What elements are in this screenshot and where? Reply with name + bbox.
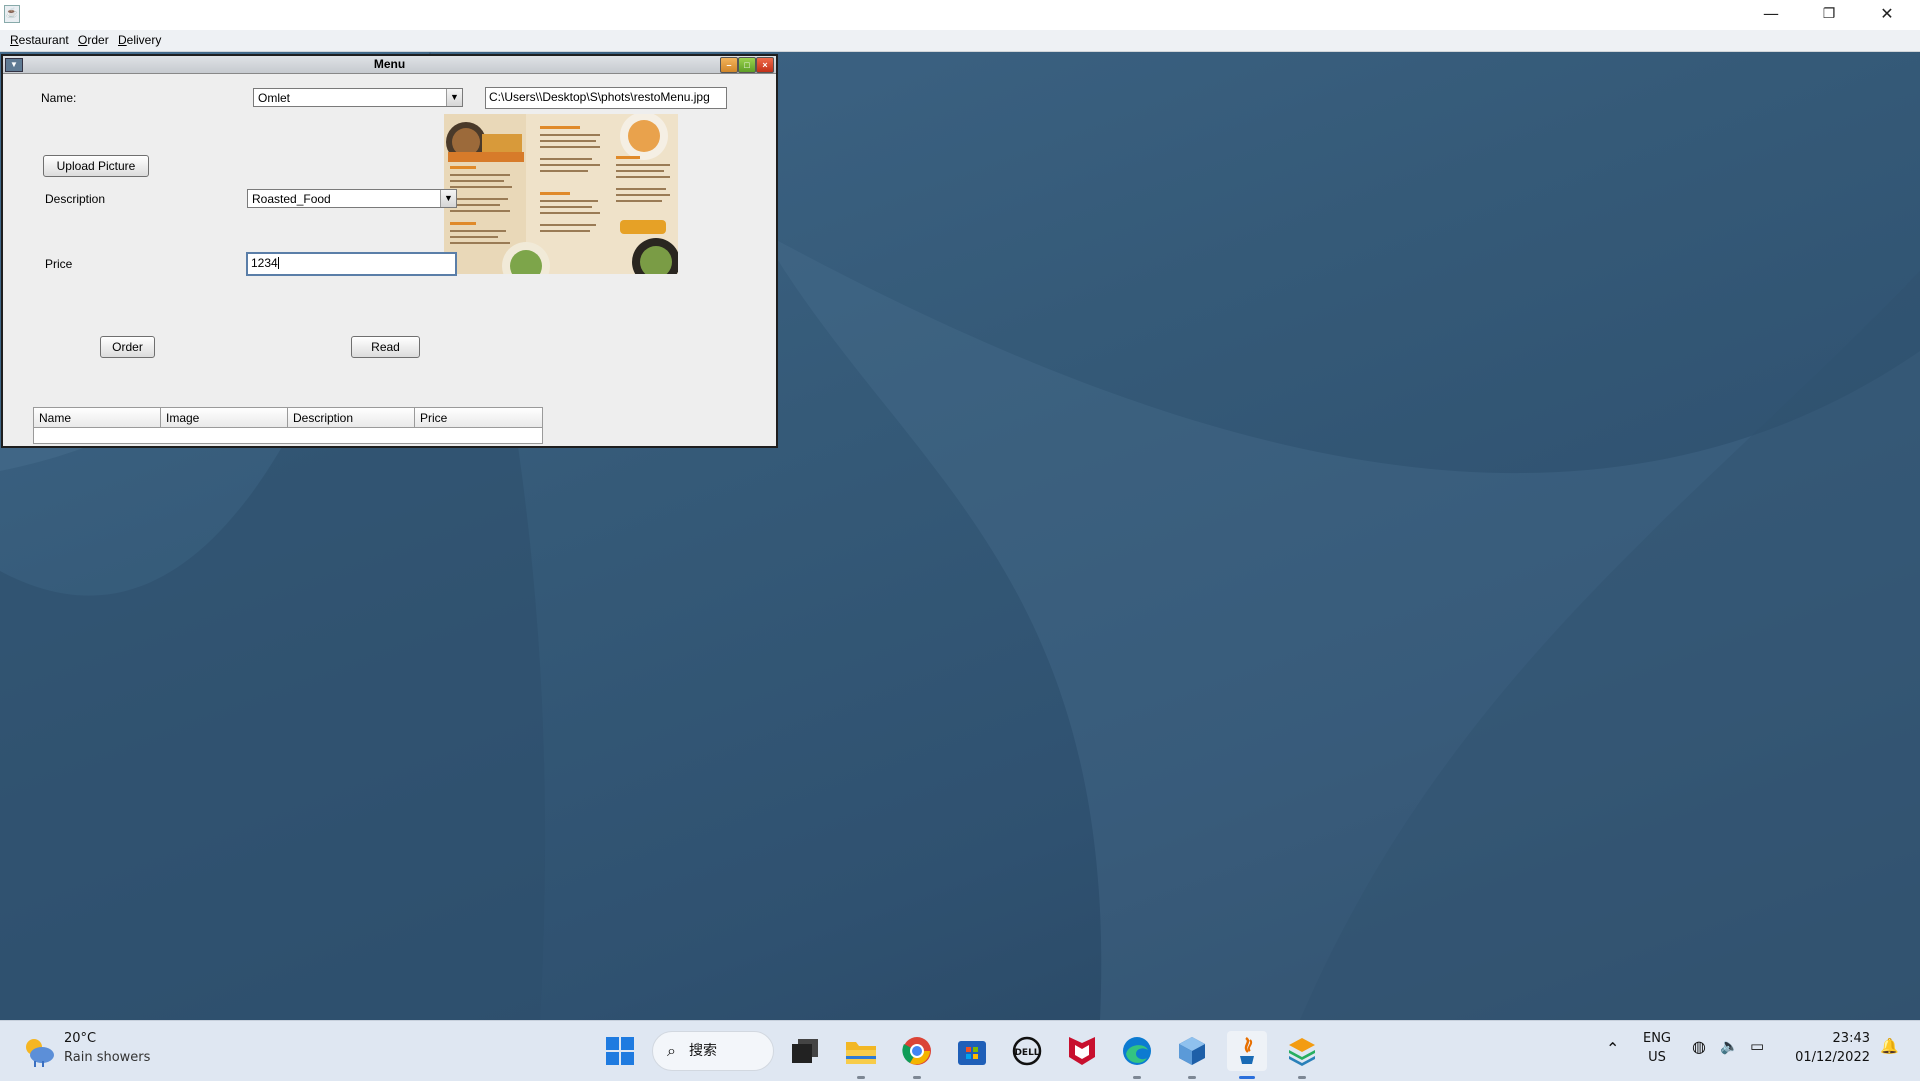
running-indicator xyxy=(857,1076,865,1079)
price-input-value: 1234 xyxy=(251,256,278,270)
name-label: Name: xyxy=(41,91,77,105)
column-header-description[interactable]: Description xyxy=(288,408,415,428)
chrome-icon[interactable] xyxy=(897,1031,937,1079)
menu-table[interactable]: Name Image Description Price xyxy=(33,407,543,444)
internal-frame-title: Menu xyxy=(373,57,406,71)
description-label: Description xyxy=(45,192,106,206)
battery-icon[interactable]: ▭ xyxy=(1750,1037,1764,1055)
internal-frame-titlebar[interactable]: ▼ Menu – □ × xyxy=(3,56,776,74)
column-header-name[interactable]: Name xyxy=(34,408,161,428)
chevron-down-icon[interactable]: ▼ xyxy=(446,89,462,106)
language-primary[interactable]: ENG xyxy=(1640,1031,1674,1046)
frame-minimize-icon[interactable]: – xyxy=(720,57,738,73)
column-header-price[interactable]: Price xyxy=(415,408,542,428)
menu-order[interactable]: Order xyxy=(78,33,109,47)
file-explorer-icon[interactable] xyxy=(841,1031,881,1079)
java-app-icon: ☕ xyxy=(4,5,20,23)
upload-picture-button[interactable]: Upload Picture xyxy=(43,155,149,177)
name-combobox-value: Omlet xyxy=(258,91,291,105)
text-caret xyxy=(277,257,279,269)
taskbar: 20°C Rain showers ⌕ 搜索 DELL ⌃ ENG US ◍ 🔈… xyxy=(0,1020,1920,1081)
column-header-image[interactable]: Image xyxy=(161,408,288,428)
chevron-down-icon[interactable]: ▼ xyxy=(440,190,456,207)
menu-restaurant[interactable]: Restaurant xyxy=(10,33,69,47)
running-indicator xyxy=(1188,1076,1196,1079)
edge-icon[interactable] xyxy=(1117,1031,1157,1079)
search-label: 搜索 xyxy=(689,1043,717,1059)
mcafee-icon[interactable] xyxy=(1062,1031,1102,1071)
running-indicator xyxy=(1298,1076,1306,1079)
start-icon[interactable] xyxy=(600,1031,640,1071)
name-combobox[interactable]: Omlet ▼ xyxy=(253,88,463,107)
running-indicator xyxy=(1133,1076,1141,1079)
minimize-button[interactable]: — xyxy=(1742,0,1800,30)
search-icon: ⌕ xyxy=(667,1041,676,1060)
read-button[interactable]: Read xyxy=(351,336,420,358)
active-indicator xyxy=(1239,1076,1255,1079)
chevron-up-icon[interactable]: ⌃ xyxy=(1606,1039,1619,1058)
weather-temp[interactable]: 20°C xyxy=(64,1031,96,1046)
language-secondary[interactable]: US xyxy=(1640,1050,1674,1065)
task-view-icon[interactable] xyxy=(785,1031,825,1071)
weather-icon[interactable] xyxy=(20,1033,56,1069)
weather-condition[interactable]: Rain showers xyxy=(64,1050,150,1065)
virtualbox-icon[interactable] xyxy=(1172,1031,1212,1079)
menu-bar: Restaurant Order Delivery xyxy=(0,30,1920,52)
description-combobox[interactable]: Roasted_Food ▼ xyxy=(247,189,457,208)
clock-date[interactable]: 01/12/2022 xyxy=(1790,1050,1870,1065)
image-path-field[interactable]: C:\Users\\Desktop\S\phots\restoMenu.jpg xyxy=(485,87,727,109)
svg-text:DELL: DELL xyxy=(1014,1048,1039,1058)
restaurant-menu-image xyxy=(444,114,678,274)
network-icon[interactable]: ◍ xyxy=(1692,1037,1706,1056)
order-button[interactable]: Order xyxy=(100,336,155,358)
restore-button[interactable]: ❐ xyxy=(1800,0,1858,30)
notification-bell-icon[interactable]: 🔔 xyxy=(1880,1037,1899,1055)
menu-delivery[interactable]: Delivery xyxy=(118,33,161,47)
search-input[interactable]: ⌕ 搜索 xyxy=(652,1031,774,1071)
price-label: Price xyxy=(45,257,73,271)
running-indicator xyxy=(913,1076,921,1079)
dell-icon[interactable]: DELL xyxy=(1007,1031,1047,1071)
frame-close-icon[interactable]: × xyxy=(756,57,774,73)
app-titlebar: ☕ — ❐ ✕ xyxy=(0,0,1920,30)
menu-picture-preview xyxy=(444,114,678,274)
java-icon[interactable] xyxy=(1227,1031,1267,1079)
volume-icon[interactable]: 🔈 xyxy=(1720,1037,1739,1055)
layers-app-icon[interactable] xyxy=(1282,1031,1322,1079)
store-icon[interactable] xyxy=(952,1031,992,1071)
price-input[interactable]: 1234 xyxy=(246,252,457,276)
frame-system-menu-icon[interactable]: ▼ xyxy=(5,58,23,72)
description-combobox-value: Roasted_Food xyxy=(252,192,331,206)
clock-time[interactable]: 23:43 xyxy=(1790,1031,1870,1046)
frame-maximize-icon[interactable]: □ xyxy=(738,57,756,73)
close-button[interactable]: ✕ xyxy=(1858,0,1916,30)
